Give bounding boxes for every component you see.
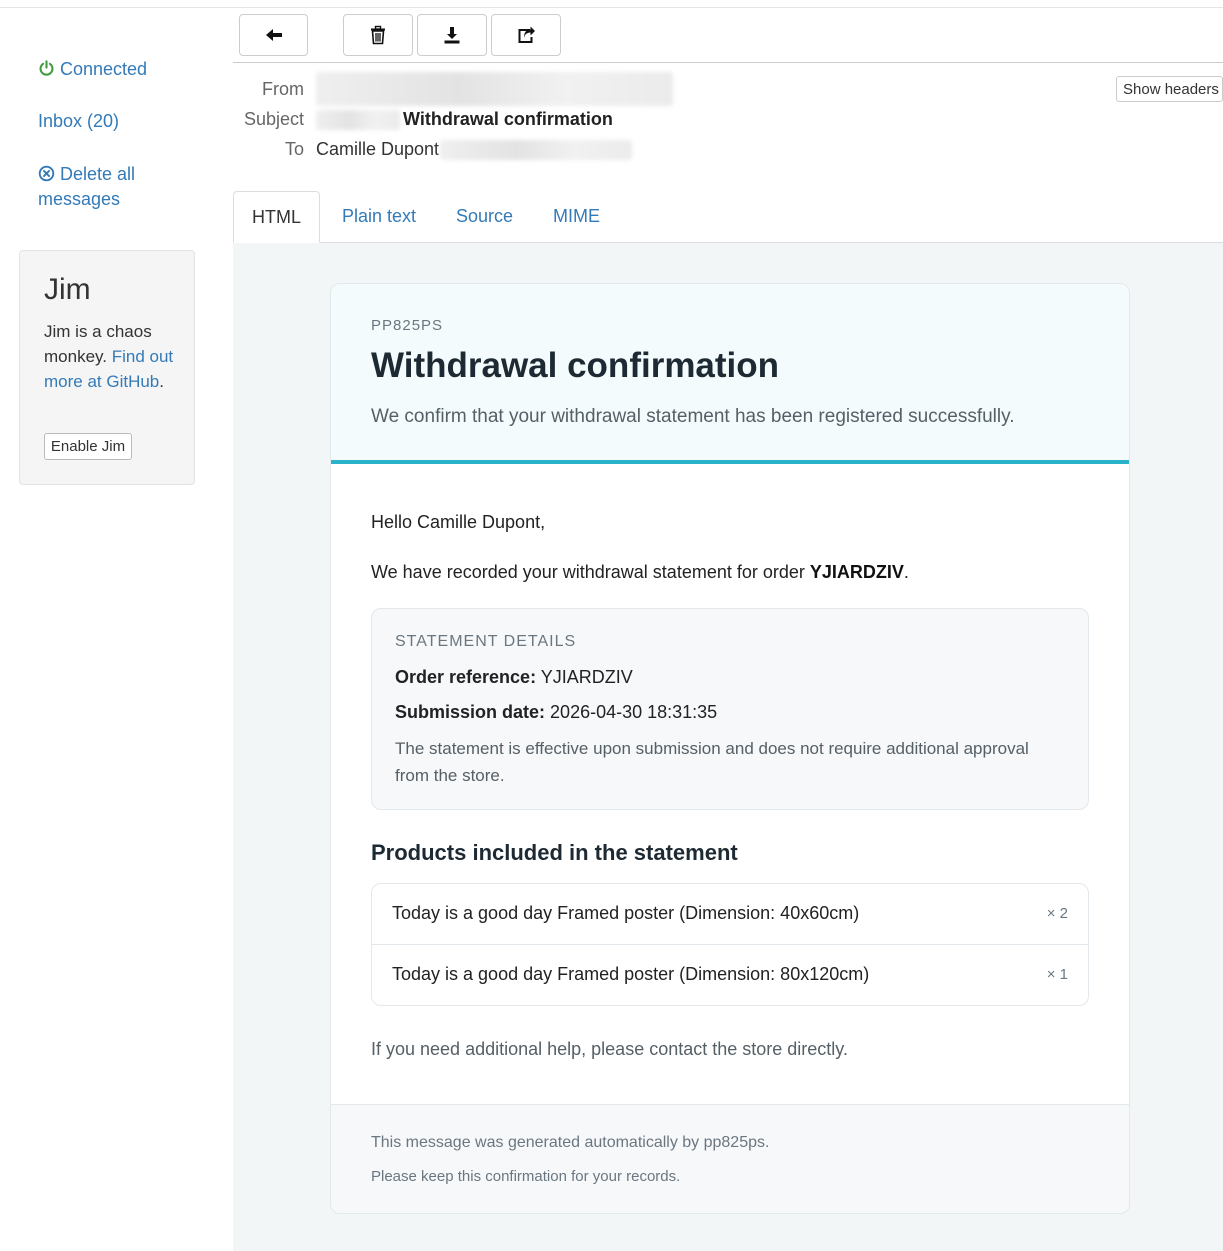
show-headers-button[interactable]: Show headers bbox=[1116, 76, 1223, 102]
order-reference-label: Order reference: bbox=[395, 667, 537, 687]
submission-date-label: Submission date: bbox=[395, 702, 546, 722]
subject-label: Subject bbox=[243, 109, 304, 129]
product-quantity: × 1 bbox=[1046, 966, 1068, 983]
details-note: The statement is effective upon submissi… bbox=[395, 739, 1029, 785]
enable-jim-button[interactable]: Enable Jim bbox=[44, 433, 132, 460]
products-list: Today is a good day Framed poster (Dimen… bbox=[371, 883, 1089, 1006]
inbox-link[interactable]: Inbox (20) bbox=[38, 109, 119, 134]
details-title: STATEMENT DETAILS bbox=[395, 633, 577, 650]
product-name: Today is a good day Framed poster (Dimen… bbox=[392, 903, 860, 923]
email-card: PP825PS Withdrawal confirmation We confi… bbox=[330, 283, 1130, 1214]
recorded-suffix: . bbox=[903, 562, 909, 582]
jim-link-suffix: . bbox=[159, 372, 164, 391]
delete-all-messages-link[interactable]: Delete all messages bbox=[38, 162, 188, 212]
power-icon bbox=[39, 60, 54, 76]
sidebar: Connected Inbox (20) Delete all messages… bbox=[0, 0, 233, 1251]
arrow-left-icon bbox=[265, 29, 282, 41]
tab-mime[interactable]: MIME bbox=[553, 191, 600, 243]
to-name: Camille Dupont bbox=[316, 139, 440, 159]
email-footer: This message was generated automatically… bbox=[331, 1104, 1129, 1213]
circle-x-icon bbox=[38, 165, 55, 182]
jim-description: Jim is a chaos monkey. Find out more at … bbox=[44, 319, 184, 394]
order-reference-value: YJIARDZIV bbox=[540, 667, 633, 687]
back-button[interactable] bbox=[239, 14, 308, 56]
connection-status-link[interactable]: Connected bbox=[38, 57, 147, 82]
product-quantity: × 2 bbox=[1046, 905, 1068, 922]
connected-label: Connected bbox=[60, 59, 148, 79]
jim-title: Jim bbox=[44, 273, 91, 306]
recorded-prefix: We have recorded your withdrawal stateme… bbox=[371, 562, 810, 582]
footer-line-2: Please keep this confirmation for your r… bbox=[371, 1168, 681, 1185]
order-code: YJIARDZIV bbox=[809, 562, 904, 582]
product-name: Today is a good day Framed poster (Dimen… bbox=[392, 964, 870, 984]
header-divider bbox=[233, 62, 1223, 63]
to-address-redacted bbox=[440, 140, 632, 160]
share-icon bbox=[518, 26, 535, 43]
email-lead: We confirm that your withdrawal statemen… bbox=[371, 406, 1015, 427]
from-redacted bbox=[316, 72, 673, 106]
download-button[interactable] bbox=[417, 14, 487, 56]
share-button[interactable] bbox=[491, 14, 561, 56]
trash-icon bbox=[371, 25, 385, 45]
tab-html[interactable]: HTML bbox=[233, 191, 320, 243]
email-title: Withdrawal confirmation bbox=[371, 346, 780, 385]
to-label: To bbox=[284, 139, 304, 159]
statement-details-box: STATEMENT DETAILS Order reference: YJIAR… bbox=[371, 608, 1089, 810]
download-icon bbox=[444, 27, 460, 44]
brand-label: PP825PS bbox=[371, 317, 444, 334]
order-reference: Order reference: YJIARDZIV bbox=[395, 667, 633, 688]
product-row: Today is a good day Framed poster (Dimen… bbox=[372, 945, 1088, 1005]
tab-plain-text[interactable]: Plain text bbox=[342, 191, 416, 243]
tab-source[interactable]: Source bbox=[456, 191, 513, 243]
recorded-text: We have recorded your withdrawal stateme… bbox=[371, 562, 909, 583]
product-row: Today is a good day Framed poster (Dimen… bbox=[372, 884, 1088, 945]
email-header: PP825PS Withdrawal confirmation We confi… bbox=[331, 284, 1129, 464]
from-label: From bbox=[262, 79, 304, 99]
subject-value: Withdrawal confirmation bbox=[403, 109, 613, 129]
delete-button[interactable] bbox=[343, 14, 413, 56]
submission-date: Submission date: 2026-04-30 18:31:35 bbox=[395, 702, 717, 723]
help-text: If you need additional help, please cont… bbox=[371, 1039, 848, 1059]
greeting: Hello Camille Dupont, bbox=[371, 512, 546, 532]
jim-panel: Jim Jim is a chaos monkey. Find out more… bbox=[19, 250, 195, 485]
submission-date-value: 2026-04-30 18:31:35 bbox=[550, 702, 718, 722]
subject-prefix-redacted bbox=[316, 110, 400, 130]
products-title: Products included in the statement bbox=[371, 840, 738, 865]
footer-line-1: This message was generated automatically… bbox=[371, 1134, 770, 1151]
